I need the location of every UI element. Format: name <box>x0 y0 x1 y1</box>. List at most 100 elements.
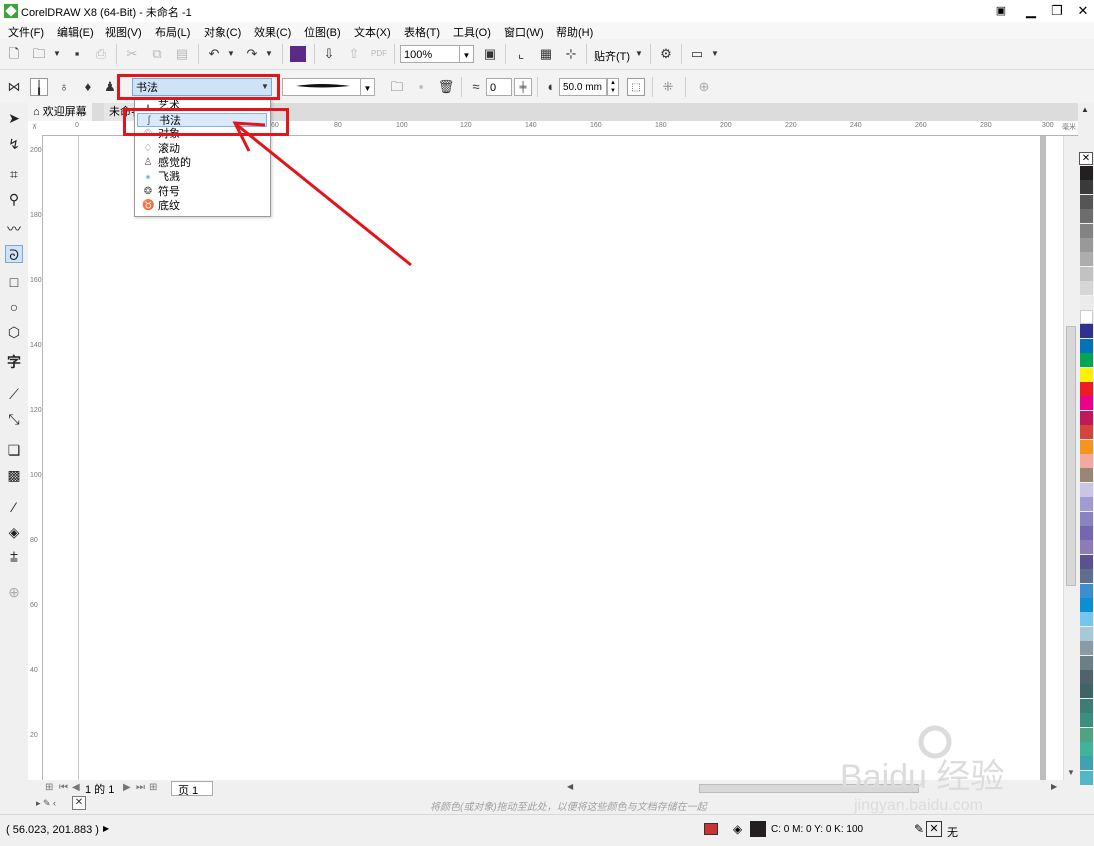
color-swatch[interactable] <box>1080 742 1093 756</box>
color-swatch[interactable] <box>1080 194 1093 209</box>
delete-trash-icon[interactable]: 🗑 <box>437 78 455 96</box>
stroke-width-input[interactable]: 50.0 mm <box>559 78 607 96</box>
menu-view[interactable]: 视图(V) <box>105 24 142 40</box>
polygon-tool-icon[interactable]: ⬡ <box>5 323 23 341</box>
transparency-tool-icon[interactable]: ▩ <box>5 466 23 484</box>
launcher-chevron-down-icon[interactable]: ▼ <box>706 45 724 63</box>
connector-tool-icon[interactable]: ⤡ <box>5 410 23 428</box>
page-tab-1[interactable]: 页 1 <box>171 781 214 797</box>
stroke-dropdown-chevron-icon[interactable]: ▼ <box>360 78 375 96</box>
color-swatch[interactable] <box>1080 310 1093 324</box>
search-content-icon[interactable] <box>290 46 306 62</box>
show-rulers-icon[interactable]: ⌞ <box>512 45 530 63</box>
import-icon[interactable]: ⇩ <box>320 45 338 63</box>
vertical-ruler[interactable]: 200 180 160 140 120 100 80 60 40 20 <box>28 135 43 780</box>
shape-tool-icon[interactable]: ↯ <box>5 135 23 153</box>
show-grid-icon[interactable]: ▦ <box>537 45 555 63</box>
color-swatch[interactable] <box>1080 511 1093 526</box>
color-swatch[interactable] <box>1080 641 1093 656</box>
redo-dropdown-chevron-icon[interactable]: ▼ <box>260 45 278 63</box>
browse-folder-icon[interactable]: 🗀 <box>388 78 406 96</box>
palette-menu-icon[interactable]: ▸ ✎ ‹ <box>36 798 56 809</box>
color-swatch[interactable] <box>1080 410 1093 425</box>
ellipse-tool-icon[interactable]: ○ <box>5 298 23 316</box>
color-swatch[interactable] <box>1080 252 1093 267</box>
save-stroke-icon[interactable]: ▪ <box>412 78 430 96</box>
color-swatch[interactable] <box>1080 540 1093 555</box>
color-swatch[interactable] <box>1080 266 1093 281</box>
color-swatch[interactable] <box>1080 626 1093 641</box>
outline-none-swatch-icon[interactable]: ✕ <box>926 821 942 837</box>
color-swatch[interactable] <box>1080 180 1093 195</box>
full-screen-icon[interactable]: ▣ <box>481 45 499 63</box>
brush-mode-icon[interactable]: ╽ <box>30 78 48 96</box>
color-swatch[interactable] <box>1080 295 1093 310</box>
color-swatch[interactable] <box>1080 612 1093 627</box>
fill-color-swatch[interactable] <box>750 821 766 837</box>
color-swatch[interactable] <box>1080 583 1093 598</box>
width-spinner[interactable]: ▲ ▼ <box>607 78 619 96</box>
add-page-before-icon[interactable]: ⊞ <box>45 782 53 793</box>
color-swatch[interactable] <box>1080 454 1093 468</box>
color-swatch[interactable] <box>1080 598 1093 612</box>
bounding-box-icon[interactable]: ⁜ <box>659 78 677 96</box>
help-icon[interactable]: ▣ <box>990 2 1012 20</box>
menu-text[interactable]: 文本(X) <box>354 24 391 40</box>
quick-customize-plus-icon[interactable]: ⊕ <box>695 78 713 96</box>
add-page-after-icon[interactable]: ⊞ <box>149 782 157 793</box>
scale-with-object-icon[interactable]: ⬚ <box>627 78 645 96</box>
snap-to-dropdown[interactable]: 贴齐(T) <box>594 48 630 64</box>
menu-edit[interactable]: 编辑(E) <box>57 24 94 40</box>
color-swatch[interactable] <box>1080 727 1093 742</box>
color-swatch[interactable] <box>1080 338 1093 353</box>
zoom-dropdown-chevron-icon[interactable]: ▼ <box>459 45 474 63</box>
minimize-button[interactable]: ▁ <box>1020 2 1042 20</box>
menu-bitmap[interactable]: 位图(B) <box>304 24 341 40</box>
color-swatch[interactable] <box>1080 698 1093 713</box>
color-swatch[interactable] <box>1080 554 1093 569</box>
parallel-dimension-tool-icon[interactable]: ⟋ <box>5 385 23 403</box>
show-guidelines-icon[interactable]: ⊹ <box>562 45 580 63</box>
color-swatch[interactable] <box>1080 713 1093 728</box>
next-page-icon[interactable]: ▶ <box>123 782 131 793</box>
open-dropdown-chevron-icon[interactable]: ▼ <box>48 45 66 63</box>
color-swatch[interactable] <box>1080 756 1093 771</box>
rectangle-tool-icon[interactable]: □ <box>5 273 23 291</box>
menu-window[interactable]: 窗口(W) <box>504 24 544 40</box>
palette-scroll-up-icon[interactable]: ▲ <box>1081 105 1089 114</box>
no-color-swatch-icon[interactable]: ✕ <box>72 796 86 810</box>
color-swatch[interactable] <box>1080 482 1093 497</box>
scroll-right-icon[interactable]: ▶ <box>1051 782 1057 791</box>
tab-welcome-screen[interactable]: ⌂ 欢迎屏幕 <box>28 103 92 121</box>
color-proofing-icon[interactable] <box>704 823 718 835</box>
smart-fill-tool-icon[interactable]: ⩲ <box>5 548 23 566</box>
color-swatch[interactable] <box>1080 382 1093 396</box>
color-swatch[interactable] <box>1080 670 1093 684</box>
last-page-icon[interactable]: ⏭ <box>136 782 145 793</box>
save-icon[interactable]: ▪ <box>68 45 86 63</box>
color-swatch[interactable] <box>1080 439 1093 454</box>
scroll-down-icon[interactable]: ▼ <box>1067 768 1075 777</box>
color-swatch[interactable] <box>1080 281 1093 296</box>
print-icon[interactable]: ⎙ <box>92 45 110 63</box>
publish-pdf-icon[interactable]: PDF <box>370 45 388 63</box>
smoothing-input[interactable]: 0 <box>486 78 512 96</box>
vertical-scrollbar[interactable]: ▼ <box>1063 136 1079 780</box>
color-swatch[interactable] <box>1080 526 1093 540</box>
drawing-canvas[interactable] <box>43 136 1063 780</box>
open-folder-icon[interactable]: 🗀 <box>30 45 48 63</box>
cut-icon[interactable]: ✂ <box>123 45 141 63</box>
color-swatch[interactable] <box>1080 209 1093 224</box>
first-page-icon[interactable]: ⏮ <box>59 782 68 793</box>
no-fill-swatch-icon[interactable]: ✕ <box>1079 152 1093 165</box>
color-swatch[interactable] <box>1080 684 1093 699</box>
sprayer-mode-icon[interactable]: ♁ <box>55 78 73 96</box>
freehand-smoothing-icon[interactable]: ≈ <box>467 78 485 96</box>
vertical-scroll-thumb[interactable] <box>1066 326 1076 586</box>
menu-tools[interactable]: 工具(O) <box>453 24 491 40</box>
interactive-fill-tool-icon[interactable]: ◈ <box>5 523 23 541</box>
status-expand-icon[interactable]: ▶ <box>103 824 109 833</box>
undo-dropdown-chevron-icon[interactable]: ▼ <box>222 45 240 63</box>
add-tool-plus-icon[interactable]: ⊕ <box>5 583 23 601</box>
paste-icon[interactable]: ▤ <box>173 45 191 63</box>
